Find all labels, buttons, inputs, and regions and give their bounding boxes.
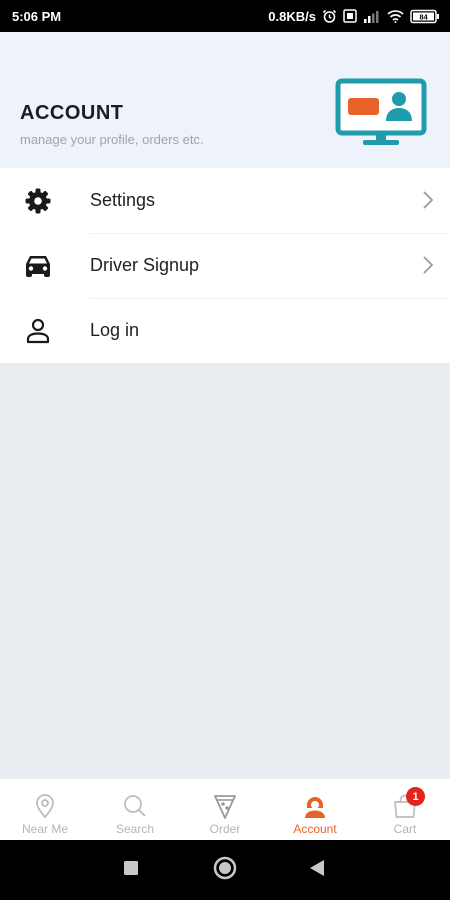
status-icons: 0.8KB/s 84 bbox=[268, 9, 440, 24]
page-title: ACCOUNT bbox=[20, 102, 124, 124]
nav-item-near-me[interactable]: Near Me bbox=[0, 779, 90, 840]
network-speed: 0.8KB/s bbox=[268, 8, 316, 24]
location-pin-icon bbox=[34, 793, 56, 819]
recents-button[interactable] bbox=[101, 840, 161, 900]
wifi-icon bbox=[387, 9, 404, 23]
home-circle-icon bbox=[213, 856, 237, 885]
recents-square-icon bbox=[123, 860, 139, 881]
battery-icon: 84 bbox=[410, 9, 440, 24]
home-button[interactable] bbox=[195, 840, 255, 900]
page-subtitle: manage your profile, orders etc. bbox=[20, 132, 204, 147]
system-nav-bar bbox=[0, 840, 450, 900]
cart-badge: 1 bbox=[406, 787, 425, 806]
account-header: ACCOUNT manage your profile, orders etc. bbox=[0, 32, 450, 168]
pizza-slice-icon bbox=[213, 793, 237, 819]
car-icon bbox=[19, 251, 57, 281]
person-icon bbox=[19, 316, 57, 346]
gear-icon bbox=[19, 186, 57, 216]
nav-label: Order bbox=[209, 822, 241, 836]
nav-item-search[interactable]: Search bbox=[90, 779, 180, 840]
nav-label: Near Me bbox=[21, 822, 68, 836]
sim-icon bbox=[343, 9, 357, 23]
search-icon bbox=[123, 793, 147, 819]
monitor-profile-illustration bbox=[335, 78, 427, 155]
back-triangle-icon bbox=[309, 859, 325, 882]
alarm-icon bbox=[322, 9, 337, 24]
back-button[interactable] bbox=[287, 840, 347, 900]
nav-label: Cart bbox=[393, 822, 417, 836]
nav-item-order[interactable]: Order bbox=[180, 779, 270, 840]
menu-item-log-in[interactable]: Log in bbox=[0, 298, 450, 363]
menu-item-label: Settings bbox=[90, 190, 156, 210]
status-time: 5:06 PM bbox=[12, 8, 62, 24]
menu-item-label: Driver Signup bbox=[90, 255, 200, 275]
account-icon bbox=[303, 793, 327, 819]
status-bar: 5:06 PM 0.8KB/s 84 bbox=[0, 0, 450, 32]
menu-item-settings[interactable]: Settings bbox=[0, 168, 450, 233]
nav-item-cart[interactable]: 1 Cart bbox=[360, 779, 450, 840]
chevron-right-icon bbox=[422, 190, 434, 215]
nav-label: Search bbox=[115, 822, 155, 836]
nav-item-account[interactable]: Account bbox=[270, 779, 360, 840]
signal-icon bbox=[363, 10, 381, 23]
bottom-nav: Near Me Search Order Account 1 Cart bbox=[0, 778, 450, 840]
chevron-right-icon bbox=[422, 255, 434, 280]
account-menu: Settings Driver Signup Log in bbox=[0, 168, 450, 363]
menu-item-driver-signup[interactable]: Driver Signup bbox=[0, 233, 450, 298]
battery-level: 84 bbox=[419, 12, 428, 21]
nav-label: Account bbox=[293, 822, 337, 836]
menu-item-label: Log in bbox=[90, 320, 140, 340]
